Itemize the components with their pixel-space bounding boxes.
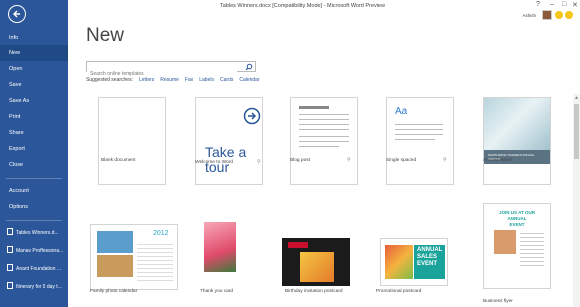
suggested-link-letters[interactable]: Letters (139, 77, 154, 83)
template-caption: Blog post (290, 158, 311, 163)
suggested-searches: Suggested searches: Letters Resume Fax Label… (86, 77, 266, 83)
sidebar-item-share[interactable]: Share (0, 125, 68, 141)
minimize-icon[interactable]: – (550, 1, 554, 8)
template-caption: Family photo calendar (90, 289, 138, 294)
sidebar-item-options[interactable]: Options (0, 199, 68, 215)
sidebar-item-save-as[interactable]: Save As (0, 93, 68, 109)
sidebar-divider (6, 178, 62, 179)
recent-document[interactable]: Itinerary for 5 day t... (0, 279, 68, 295)
template-thumbnail (290, 97, 358, 185)
scroll-up-icon[interactable]: ▲ (574, 95, 579, 101)
promo-line: EVENT (417, 261, 438, 267)
sidebar-item-save[interactable]: Save (0, 77, 68, 93)
template-caption: Thank you card (200, 289, 234, 294)
template-caption: Annual report (483, 158, 512, 163)
maximize-icon[interactable]: □ (562, 1, 566, 8)
back-arrow-icon[interactable] (8, 5, 26, 23)
template-thumbnail: ANNUAL SALES EVENT (380, 238, 448, 286)
sidebar-divider (6, 220, 62, 221)
template-thumbnail (282, 238, 350, 286)
template-thumbnail: Aa (386, 97, 454, 185)
template-caption: Single spaced (386, 158, 417, 163)
sidebar-item-new[interactable]: New (0, 45, 68, 61)
recent-document-label: Tables Winners.d... (16, 230, 59, 236)
calendar-year: 2012 (153, 230, 169, 237)
template-caption: Business flyer (483, 299, 513, 304)
sidebar-item-account[interactable]: Account (0, 183, 68, 199)
document-icon (7, 228, 13, 235)
template-thumbnail (98, 97, 166, 185)
arrow-right-circle-icon (243, 107, 261, 125)
template-caption: Welcome to Word (195, 160, 233, 165)
template-thumbnail: Take a tour (195, 97, 263, 185)
backstage-sidebar: Info New Open Save Save As Print Share E… (0, 0, 68, 307)
scrollbar-thumb[interactable] (574, 104, 579, 159)
document-icon (7, 264, 13, 271)
template-thumbnail: JOIN US AT OUR ANNUAL EVENT (483, 203, 551, 289)
suggested-link-resume[interactable]: Resume (160, 77, 179, 83)
recent-document-label: Manav Proffessona... (16, 248, 64, 254)
suggested-link-labels[interactable]: Labels (199, 77, 214, 83)
sidebar-item-export[interactable]: Export (0, 141, 68, 157)
recent-document-label: Itinerary for 5 day t... (16, 284, 62, 290)
suggested-label: Suggested searches: (86, 77, 133, 83)
close-icon[interactable]: ✕ (572, 1, 578, 9)
smile-icon[interactable] (555, 11, 563, 19)
frown-icon[interactable] (565, 11, 573, 19)
template-thumbnail: 2012 (90, 224, 178, 290)
template-thumbnail (196, 214, 262, 280)
help-icon[interactable]: ? (536, 1, 540, 8)
recent-document[interactable]: Anant Foundation ... (0, 261, 68, 277)
template-thumbnail: NORTHWIND TRADERS ANNUAL REPORT (483, 97, 551, 185)
sidebar-item-close[interactable]: Close (0, 157, 68, 173)
promo-line: SALES (417, 254, 438, 260)
suggested-link-calendar[interactable]: Calendar (239, 77, 259, 83)
template-caption: Birthday invitation postcard (285, 289, 343, 294)
document-icon (7, 246, 13, 253)
page-title: New (86, 25, 125, 46)
search-icon[interactable] (245, 63, 253, 71)
template-caption: Blank document (101, 158, 136, 163)
flyer-line: ANNUAL (507, 216, 527, 221)
avatar[interactable] (542, 10, 552, 20)
pin-icon[interactable]: ⚲ (257, 159, 261, 165)
template-sample-text: Aa (395, 106, 408, 117)
template-caption: Promotional postcard (376, 289, 422, 294)
sidebar-item-print[interactable]: Print (0, 109, 68, 125)
pin-icon[interactable]: ⚲ (347, 157, 351, 163)
pin-icon[interactable]: ⚲ (443, 157, 447, 163)
document-icon (7, 282, 13, 289)
suggested-link-fax[interactable]: Fax (185, 77, 193, 83)
suggested-link-cards[interactable]: Cards (220, 77, 233, 83)
recent-document[interactable]: Tables Winners.d... (0, 225, 68, 241)
flyer-line: JOIN US AT OUR (498, 210, 535, 215)
search-box[interactable] (86, 61, 256, 79)
tour-text-line: Take a (205, 144, 247, 160)
recent-document-label: Anant Foundation ... (16, 266, 62, 272)
sidebar-item-open[interactable]: Open (0, 61, 68, 77)
recent-document[interactable]: Manav Proffessona... (0, 243, 68, 259)
title-bar: Tables Winners.docx [Compatibility Mode]… (68, 0, 580, 14)
promo-line: ANNUAL (417, 247, 443, 253)
window-title: Tables Winners.docx [Compatibility Mode]… (220, 3, 385, 9)
sidebar-item-info[interactable]: Info (0, 30, 68, 46)
flyer-line: EVENT (509, 222, 525, 227)
account-name[interactable]: Ashish (522, 13, 536, 18)
